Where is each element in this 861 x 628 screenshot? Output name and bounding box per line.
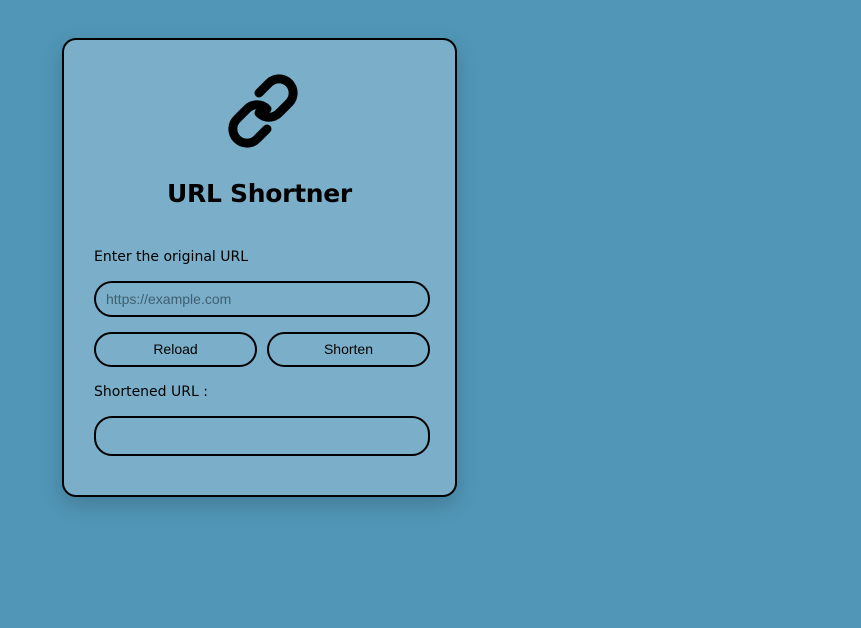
link-icon (228, 74, 298, 148)
url-shortener-card: URL Shortner Enter the original URL Relo… (62, 38, 457, 497)
page-title: URL Shortner (167, 179, 352, 208)
shortened-url-label: Shortened URL : (94, 384, 208, 400)
reload-button[interactable]: Reload (94, 332, 257, 367)
shorten-button[interactable]: Shorten (267, 332, 430, 367)
original-url-label: Enter the original URL (94, 249, 249, 265)
shortened-url-output[interactable] (94, 416, 430, 456)
original-url-input[interactable] (94, 281, 430, 317)
